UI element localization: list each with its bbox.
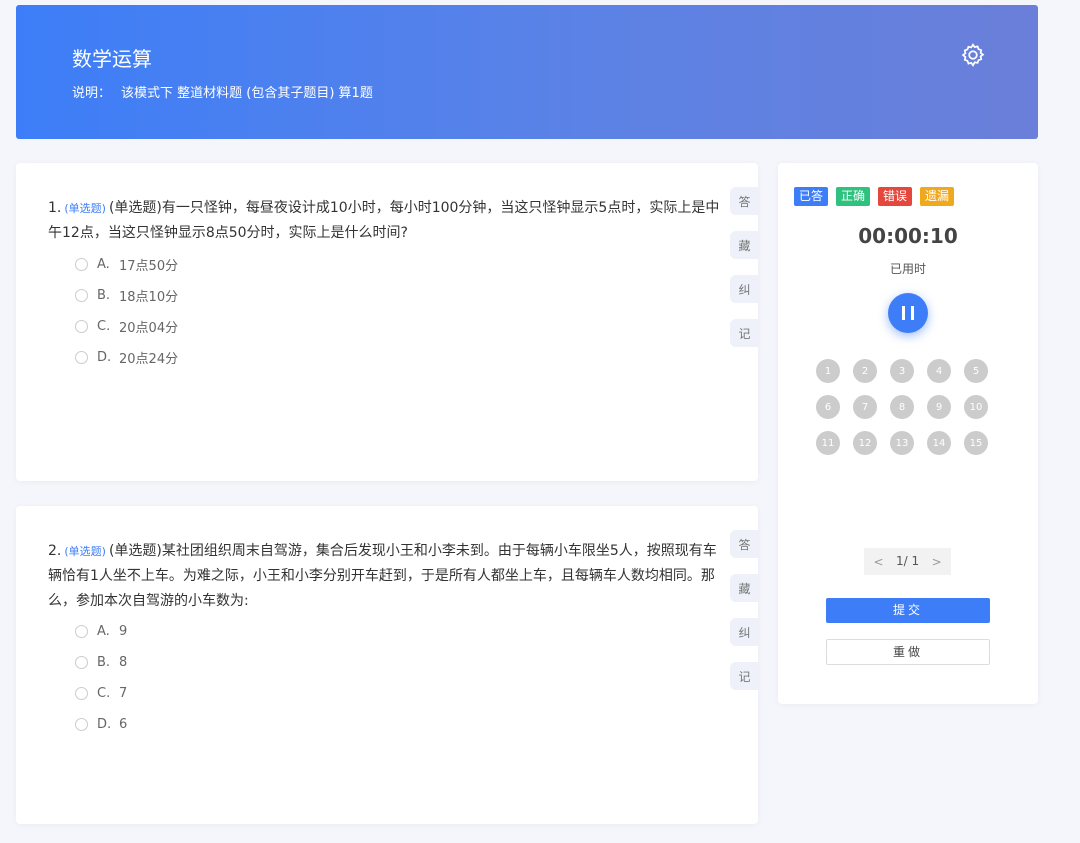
question-number-7[interactable]: 7 [853,395,877,419]
question-number-14[interactable]: 14 [927,431,951,455]
answer-button[interactable]: 答 [730,187,759,215]
option-text: 17点50分 [119,259,179,274]
question-card-2: 2. (单选题) (单选题)某社团组织周末自驾游，集合后发现小王和小李未到。由于每辆… [16,506,759,824]
option-b[interactable]: B. 8 [75,647,127,678]
radio-icon[interactable] [75,258,88,271]
pagination: < 1/ 1 > [864,548,952,575]
radio-icon[interactable] [75,687,88,700]
prev-page-button[interactable]: < [864,548,893,575]
question-side-tools: 答 藏 纠 记 [730,530,759,706]
page-indicator: 1/ 1 [893,548,923,575]
legend-missed: 遗漏 [920,187,955,206]
option-text: 7 [119,686,128,701]
option-c[interactable]: C. 20点04分 [75,311,178,342]
header-banner: 数学运算 说明： 该模式下 整道材料题 (包含其子题目) 算1题 [16,5,1038,139]
answer-sheet-panel: 已答 正确 错误 遗漏 00:00:10 已用时 1 2 3 4 5 6 7 8 9 10 11 12… [778,163,1038,704]
option-letter: B. [97,288,111,303]
option-letter: A. [97,257,110,272]
question-card-1: 1. (单选题) (单选题)有一只怪钟，每昼夜设计成10小时，每小时100分钟，当这… [16,163,759,481]
option-d[interactable]: D. 20点24分 [75,342,178,373]
option-c[interactable]: C. 7 [75,678,127,709]
question-number-6[interactable]: 6 [816,395,840,419]
report-error-button[interactable]: 纠 [730,275,759,303]
description-text: 该模式下 整道材料题 (包含其子题目) 算1题 [121,86,373,101]
question-type-tag: (单选题) [64,545,106,558]
report-error-button[interactable]: 纠 [730,618,759,646]
question-number-5[interactable]: 5 [964,359,988,383]
note-button[interactable]: 记 [730,319,759,347]
question-text: 2. (单选题) (单选题)某社团组织周末自驾游，集合后发现小王和小李未到。由于每辆… [48,539,724,614]
page-title: 数学运算 [72,47,152,71]
elapsed-timer: 00:00:10 [858,224,958,248]
question-text: 1. (单选题) (单选题)有一只怪钟，每昼夜设计成10小时，每小时100分钟，当这… [48,196,724,246]
radio-icon[interactable] [75,351,88,364]
radio-icon[interactable] [75,320,88,333]
option-b[interactable]: B. 18点10分 [75,280,178,311]
favorite-button[interactable]: 藏 [730,574,759,602]
legend-correct: 正确 [836,187,871,206]
option-a[interactable]: A. 17点50分 [75,249,178,280]
option-letter: A. [97,624,110,639]
question-number-10[interactable]: 10 [964,395,988,419]
legend-wrong: 错误 [878,187,913,206]
question-type-tag: (单选题) [64,202,106,215]
radio-icon[interactable] [75,718,88,731]
question-number-3[interactable]: 3 [890,359,914,383]
question-number-12[interactable]: 12 [853,431,877,455]
option-letter: C. [97,319,111,334]
question-number: 2. [48,543,62,559]
gear-icon[interactable] [960,42,986,68]
option-letter: B. [97,655,111,670]
radio-icon[interactable] [75,656,88,669]
option-text: 20点24分 [119,352,179,367]
answer-button[interactable]: 答 [730,530,759,558]
option-text: 8 [119,655,128,670]
submit-button[interactable]: 提交 [826,598,990,623]
option-a[interactable]: A. 9 [75,616,127,647]
question-number-8[interactable]: 8 [890,395,914,419]
question-number: 1. [48,200,62,216]
legend-answered: 已答 [794,187,829,206]
pause-icon [911,306,914,320]
question-number-11[interactable]: 11 [816,431,840,455]
question-number-9[interactable]: 9 [927,395,951,419]
option-d[interactable]: D. 6 [75,709,127,740]
description-label: 说明： [72,86,112,101]
redo-button[interactable]: 重做 [826,639,990,665]
radio-icon[interactable] [75,289,88,302]
option-text: 20点04分 [119,321,179,336]
option-text: 18点10分 [119,290,179,305]
options-list: A. 9 B. 8 C. 7 D. 6 [75,616,127,740]
status-legend: 已答 正确 错误 遗漏 [794,187,955,206]
options-list: A. 17点50分 B. 18点10分 C. 20点04分 D. 20点24分 [75,249,178,373]
option-text: 9 [119,624,128,639]
pause-icon [902,306,905,320]
option-letter: D. [97,717,112,732]
timer-label: 已用时 [889,262,926,276]
question-side-tools: 答 藏 纠 记 [730,187,759,363]
note-button[interactable]: 记 [730,662,759,690]
mode-description: 说明： 该模式下 整道材料题 (包含其子题目) 算1题 [72,82,383,101]
question-number-grid: 1 2 3 4 5 6 7 8 9 10 11 12 13 14 15 [816,359,1006,455]
question-number-4[interactable]: 4 [927,359,951,383]
favorite-button[interactable]: 藏 [730,231,759,259]
radio-icon[interactable] [75,625,88,638]
option-letter: D. [97,350,112,365]
question-stem: (单选题)某社团组织周末自驾游，集合后发现小王和小李未到。由于每辆小车限坐5人，… [48,543,717,609]
option-text: 6 [119,717,128,732]
option-letter: C. [97,686,111,701]
question-number-15[interactable]: 15 [964,431,988,455]
question-number-1[interactable]: 1 [816,359,840,383]
pause-button[interactable] [888,293,928,333]
question-number-13[interactable]: 13 [890,431,914,455]
next-page-button[interactable]: > [922,548,952,575]
question-stem: (单选题)有一只怪钟，每昼夜设计成10小时，每小时100分钟，当这只怪钟显示5点… [48,200,720,241]
question-number-2[interactable]: 2 [853,359,877,383]
